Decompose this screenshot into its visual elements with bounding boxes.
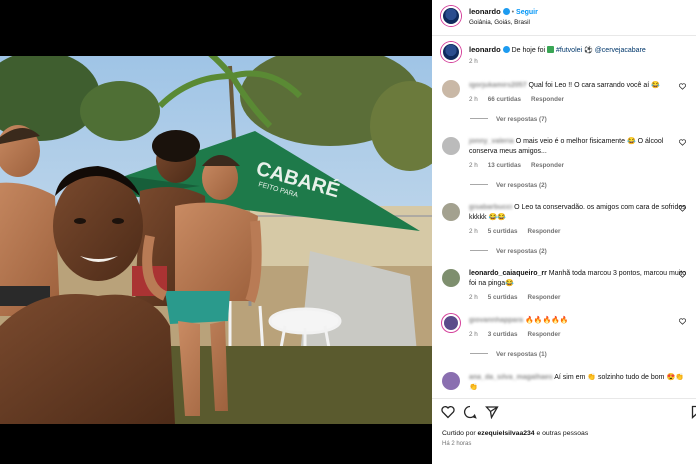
comment-likes[interactable]: 5 curtidas	[488, 294, 518, 301]
heart-icon[interactable]	[441, 405, 455, 419]
author-username[interactable]: leonardo	[469, 7, 501, 16]
selfie-illustration: CABARÉ FEITO PARA	[0, 56, 432, 424]
instagram-post-view: CABARÉ FEITO PARA leonardo • Seguir Goiâ…	[0, 0, 696, 464]
comment-username[interactable]: igorjukamirs2057	[469, 82, 527, 89]
soccer-ball-icon: ⚽	[584, 47, 593, 54]
comment-time: 2 h	[469, 294, 478, 301]
comment-time: 2 h	[469, 96, 478, 103]
reply-button[interactable]: Responder	[528, 294, 561, 301]
view-replies[interactable]: Ver respostas (2)	[470, 248, 547, 255]
photo-pane: CABARÉ FEITO PARA	[0, 0, 432, 464]
comment-avatar[interactable]	[442, 269, 460, 287]
comment-avatar[interactable]	[442, 314, 460, 332]
author-avatar[interactable]	[441, 6, 461, 26]
heart-icon[interactable]	[679, 83, 686, 90]
reply-button[interactable]: Responder	[531, 96, 564, 103]
liked-prefix: Curtido por	[442, 430, 476, 437]
view-replies[interactable]: Ver respostas (2)	[470, 182, 547, 189]
comment-username[interactable]: ana_da_silva_magalhaes	[469, 374, 553, 381]
post-timestamp: Há 2 horas	[442, 441, 472, 447]
post-actions: Curtido por ezequielsilvaa234 e outras p…	[432, 398, 696, 464]
comment-text: 🔥🔥🔥🔥🔥	[525, 317, 569, 324]
comment-time: 2 h	[469, 228, 478, 235]
comment-username[interactable]: jonny_valeria	[469, 138, 514, 145]
verified-icon	[502, 46, 510, 53]
comment-likes[interactable]: 5 curtidas	[488, 228, 518, 235]
comment-likes[interactable]: 66 curtidas	[488, 96, 521, 103]
comment-username[interactable]: gisabarbucci	[469, 204, 512, 211]
comment-avatar[interactable]	[442, 372, 460, 390]
comment-likes[interactable]: 13 curtidas	[488, 162, 521, 169]
check-emoji-icon	[547, 46, 555, 53]
caption-avatar[interactable]	[441, 42, 461, 62]
comment-time: 2 h	[469, 331, 478, 338]
view-replies[interactable]: Ver respostas (1)	[470, 351, 547, 358]
post-header: leonardo • Seguir Goiânia, Goiás, Brasil	[432, 0, 696, 36]
bookmark-icon[interactable]	[690, 405, 696, 419]
caption-time: 2 h	[469, 58, 478, 65]
comment-text: Qual foi Leo !! O cara sarrando você aí …	[528, 82, 660, 89]
comments-panel: leonardo • Seguir Goiânia, Goiás, Brasil…	[432, 0, 696, 464]
heart-icon[interactable]	[679, 139, 686, 146]
view-replies[interactable]: Ver respostas (7)	[470, 116, 547, 123]
caption-username[interactable]: leonardo	[469, 45, 501, 54]
liked-suffix: e outras pessoas	[536, 430, 589, 437]
heart-icon[interactable]	[679, 271, 686, 278]
comment-username[interactable]: leonardo_caiaqueiro_rr	[469, 270, 547, 277]
liked-user[interactable]: ezequielsilvaa234	[478, 430, 535, 437]
heart-icon[interactable]	[679, 205, 686, 212]
comment-avatar[interactable]	[442, 137, 460, 155]
comment-likes[interactable]: 3 curtidas	[488, 331, 518, 338]
follow-button[interactable]: Seguir	[516, 9, 538, 16]
post-photo[interactable]: CABARÉ FEITO PARA	[0, 56, 432, 424]
post-location[interactable]: Goiânia, Goiás, Brasil	[469, 19, 530, 26]
comment-username[interactable]: giovannhappara	[469, 317, 523, 324]
caption-hashtag[interactable]: #futvolei	[556, 47, 582, 54]
comment-avatar[interactable]	[442, 80, 460, 98]
comment-time: 2 h	[469, 162, 478, 169]
verified-icon	[502, 8, 510, 15]
reply-button[interactable]: Responder	[531, 162, 564, 169]
share-icon[interactable]	[485, 405, 499, 419]
caption-mention[interactable]: @cervejacabare	[595, 47, 646, 54]
caption-text: De hoje foi	[511, 47, 546, 54]
liked-by: Curtido por ezequielsilvaa234 e outras p…	[442, 430, 588, 437]
reply-button[interactable]: Responder	[528, 331, 561, 338]
comment-avatar[interactable]	[442, 203, 460, 221]
reply-button[interactable]: Responder	[528, 228, 561, 235]
comment-icon[interactable]	[463, 405, 477, 419]
heart-icon[interactable]	[679, 318, 686, 325]
